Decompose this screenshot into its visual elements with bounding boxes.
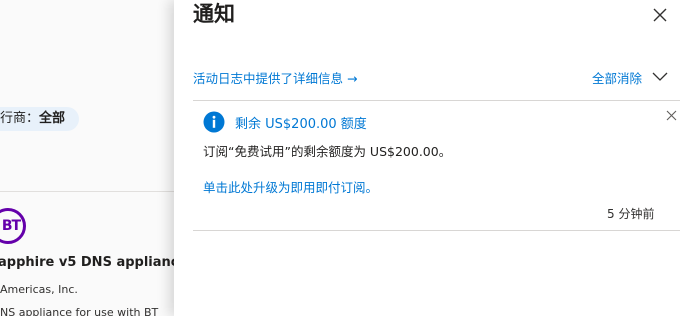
divider	[0, 191, 174, 192]
notification-message: 订阅“免费试用”的剩余额度为 US$200.00。	[203, 144, 452, 159]
notifications-pane: 通知 活动日志中提供了详细信息 → 全部消除 剩余 US$200.00 额度 订…	[174, 0, 680, 316]
close-icon[interactable]	[666, 110, 677, 121]
product-description: NS appliance for use with BT	[0, 306, 159, 316]
notification-title[interactable]: 剩余 US$200.00 额度	[235, 113, 367, 132]
close-icon[interactable]	[649, 4, 671, 26]
product-title[interactable]: apphire v5 DNS appliance	[0, 255, 174, 270]
pane-title: 通知	[193, 2, 235, 26]
info-icon	[203, 111, 225, 133]
activity-log-link[interactable]: 活动日志中提供了详细信息 →	[193, 68, 357, 87]
notification-card: 剩余 US$200.00 额度 订阅“免费试用”的剩余额度为 US$200.00…	[193, 101, 680, 230]
background-page: 行商：全部 BT apphire v5 DNS appliance Americ…	[0, 0, 174, 316]
dismiss-all-button[interactable]: 全部消除	[592, 68, 642, 87]
notification-time: 5 分钟前	[607, 207, 655, 221]
divider	[193, 230, 680, 231]
publisher-filter-pill[interactable]: 行商：全部	[0, 107, 79, 131]
product-publisher: Americas, Inc.	[0, 283, 78, 296]
chevron-down-icon[interactable]	[652, 71, 668, 83]
filter-value: 全部	[39, 111, 66, 126]
filter-label: 行商：	[0, 111, 40, 126]
bt-logo: BT	[0, 208, 26, 244]
upgrade-link[interactable]: 单击此处升级为即用即付订阅。	[203, 177, 378, 196]
